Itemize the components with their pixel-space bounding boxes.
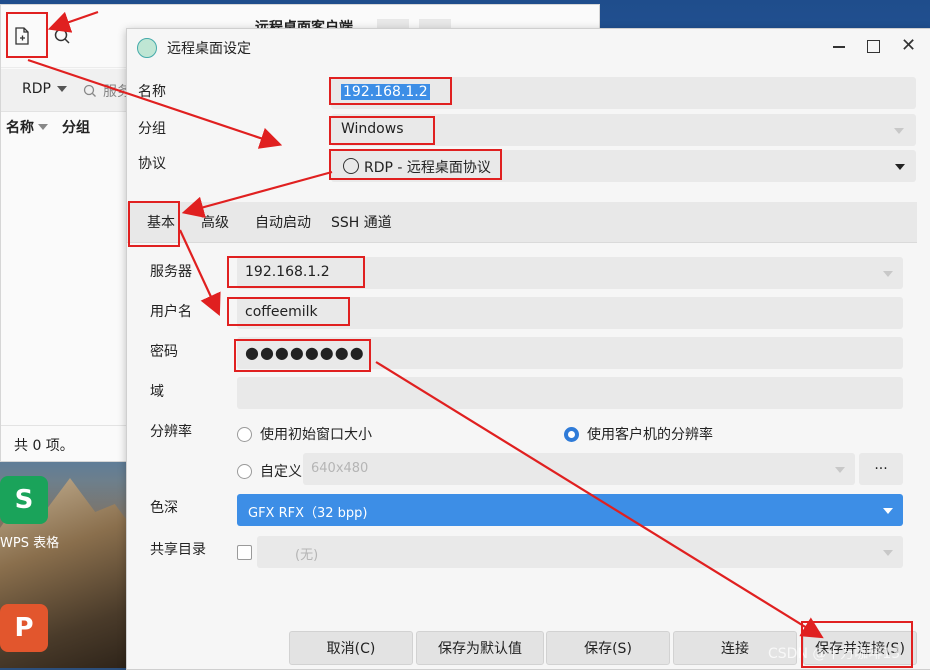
annotation-arrows [27, 10, 824, 639]
